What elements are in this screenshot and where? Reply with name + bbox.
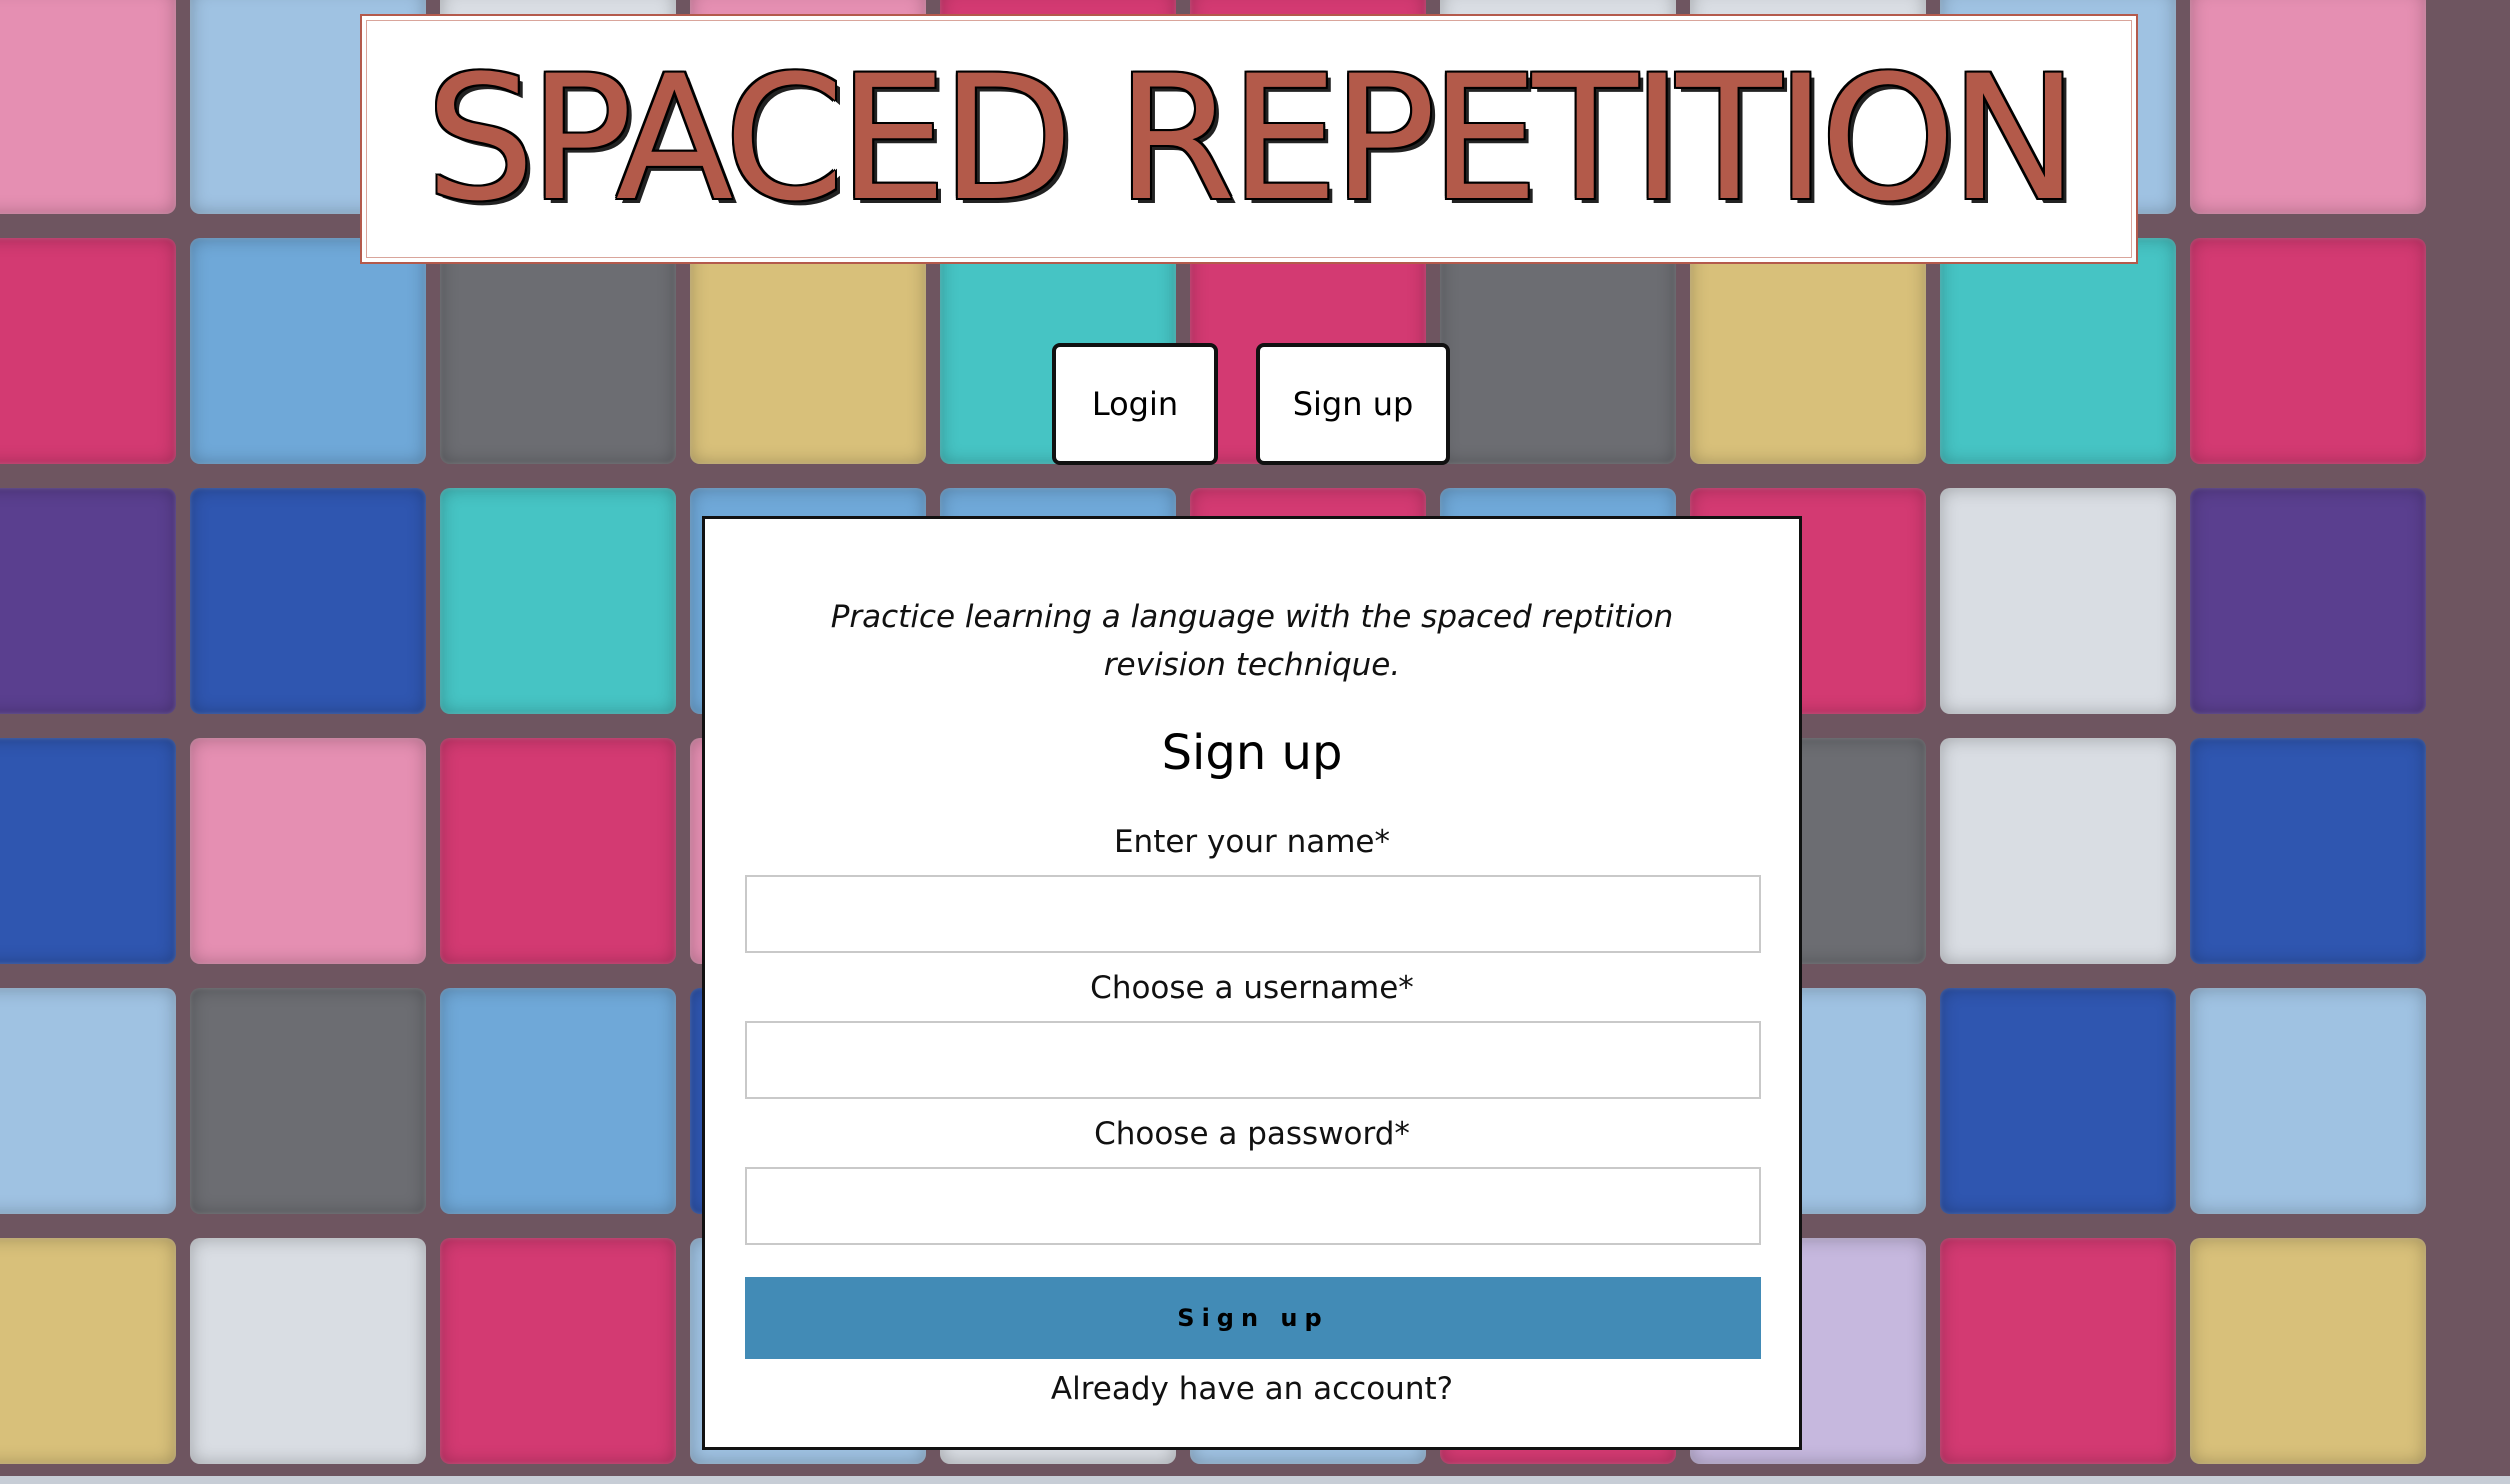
password-label: Choose a password*: [1094, 1116, 1410, 1152]
background-tile: [190, 238, 426, 464]
background-tile: [440, 738, 676, 964]
login-nav-button[interactable]: Login: [1052, 343, 1218, 465]
name-field[interactable]: [745, 875, 1761, 953]
background-tile: [190, 988, 426, 1214]
background-tile: [2190, 738, 2426, 964]
background-tile: [190, 1238, 426, 1464]
signup-submit-button[interactable]: Sign up: [745, 1277, 1761, 1359]
background-tile: [440, 988, 676, 1214]
background-tile: [1940, 988, 2176, 1214]
already-have-account-link[interactable]: Already have an account?: [705, 1371, 1799, 1407]
background-tile: [690, 238, 926, 464]
background-tile: [0, 1238, 176, 1464]
background-tile: [1940, 488, 2176, 714]
form-title: Sign up: [1161, 725, 1343, 781]
background-tile: [2190, 238, 2426, 464]
background-tile: [1940, 238, 2176, 464]
username-label: Choose a username*: [1090, 970, 1414, 1006]
background-tile: [190, 488, 426, 714]
bottom-strip: [0, 1476, 2510, 1484]
signup-card: Practice learning a language with the sp…: [702, 516, 1802, 1450]
background-tile: [2190, 488, 2426, 714]
tagline: Practice learning a language with the sp…: [830, 599, 1674, 683]
background-tile: [0, 488, 176, 714]
background-tile: [1690, 238, 1926, 464]
background-tile: [2190, 0, 2426, 214]
signup-nav-button[interactable]: Sign up: [1256, 343, 1450, 465]
name-label: Enter your name*: [1113, 824, 1391, 860]
background-tile: [1440, 238, 1676, 464]
background-tile: [0, 238, 176, 464]
background-tile: [0, 0, 176, 214]
background-tile: [0, 988, 176, 1214]
page-title: SPACED REPETITION: [425, 38, 2079, 239]
background-tile: [1940, 738, 2176, 964]
background-tile: [2190, 988, 2426, 1214]
background-tile: [440, 1238, 676, 1464]
background-tile: [440, 488, 676, 714]
background-tile: [0, 738, 176, 964]
background-tile: [440, 238, 676, 464]
title-banner: SPACED REPETITION: [360, 14, 2138, 264]
background-tile: [2190, 1238, 2426, 1464]
username-field[interactable]: [745, 1021, 1761, 1099]
background-tile: [190, 738, 426, 964]
background-tile: [1940, 1238, 2176, 1464]
password-field[interactable]: [745, 1167, 1761, 1245]
